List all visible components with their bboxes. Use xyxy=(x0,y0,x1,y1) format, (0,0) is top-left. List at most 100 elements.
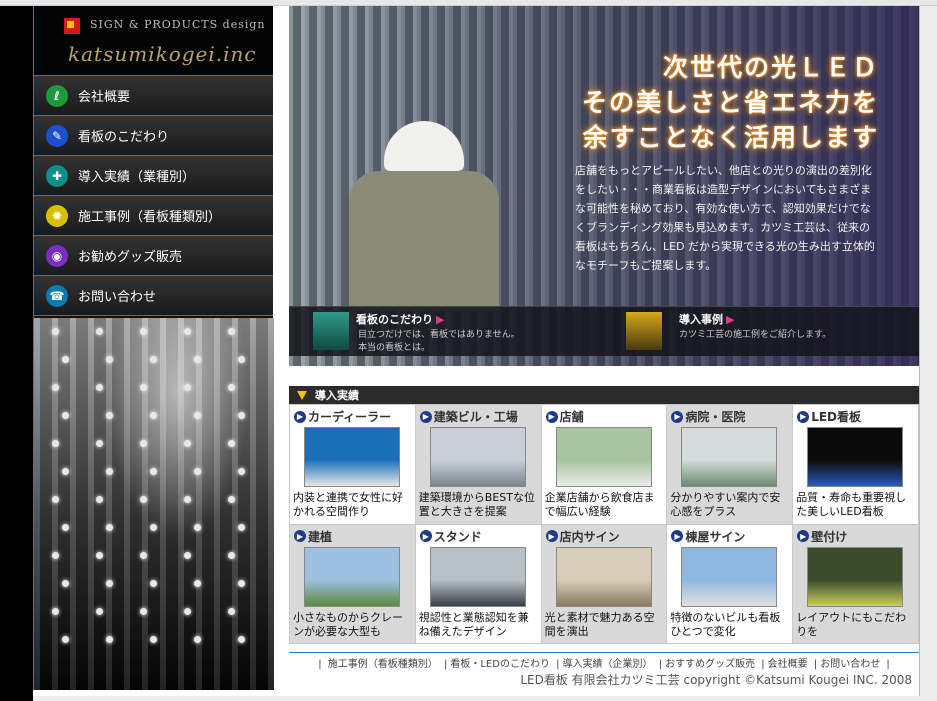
footer-link[interactable]: 導入実績（企業別） xyxy=(563,659,653,670)
footer-link[interactable]: 会社概要 xyxy=(768,659,808,670)
arrow-circle-icon: ▶ xyxy=(797,530,810,542)
led-dot xyxy=(150,356,157,363)
jirei-link[interactable]: 導入事例 ▶ xyxy=(679,311,734,327)
case-title-label: 壁付け xyxy=(811,529,848,544)
case-title: ▶ LED看板 xyxy=(797,408,861,425)
led-dot xyxy=(184,552,191,559)
hero-headline-3: 余すことなく活用します xyxy=(582,123,879,152)
case-thumbnail[interactable] xyxy=(681,546,778,607)
case-thumbnail[interactable] xyxy=(681,427,778,487)
led-dot xyxy=(150,524,157,531)
case-card[interactable]: ▶ 建築ビル・工場 建築環境からBESTな位置と大きさを提案 xyxy=(415,405,541,524)
case-card[interactable]: ▶ 建植 小さなものからクレーンが必要な大型も xyxy=(290,524,415,643)
case-card[interactable]: ▶ 棟屋サイン 特徴のないビルも看板ひとつで変化 xyxy=(667,524,793,643)
footer-link[interactable]: お問い合わせ xyxy=(820,659,880,670)
case-thumbnail[interactable] xyxy=(429,427,526,487)
kodawari-thumb[interactable] xyxy=(313,312,349,350)
led-dot xyxy=(228,552,235,559)
sidebar-nav: ℓ 会社概要 ✎ 看板のこだわり ✚ 導入実績（業種別） ✺ 施工事例（看板種類別） ◉ お勧めグ… xyxy=(34,76,273,316)
case-card[interactable]: ▶ LED看板 品質・寿命も重要視した美しいLED看板 xyxy=(793,405,918,524)
sidebar-item-2[interactable]: ✚ 導入実績（業種別） xyxy=(34,156,273,196)
leaf-icon: ℓ xyxy=(46,84,68,107)
led-dot xyxy=(52,384,59,391)
led-dot xyxy=(106,468,113,475)
case-title-label: 建築ビル・工場 xyxy=(433,410,518,424)
case-caption: 内装と連携で女性に好かれる空間作り xyxy=(293,491,403,518)
case-thumbnail[interactable] xyxy=(807,427,904,487)
footer-link[interactable]: 施工事例（看板種類別） xyxy=(328,659,438,670)
case-card[interactable]: ▶ 壁付け レイアウトにもこだわりを xyxy=(793,524,918,643)
led-dot xyxy=(194,468,201,475)
sidebar: SIGN & PRODUCTS design katsumikogei.inc … xyxy=(33,6,274,690)
case-card[interactable]: ▶ 店内サイン 光と素材で魅力ある空間を演出 xyxy=(541,524,667,643)
led-dot xyxy=(96,608,103,615)
logo-company: katsumikogei.inc xyxy=(68,42,257,66)
led-dot xyxy=(140,328,147,335)
led-dot xyxy=(62,524,69,531)
sidebar-led-photo xyxy=(34,318,274,690)
sidebar-item-label: お問い合わせ xyxy=(78,290,157,305)
jirei-link-label: 導入事例 xyxy=(679,313,723,326)
arrow-circle-icon: ▶ xyxy=(797,410,810,423)
worker-figure xyxy=(349,171,499,311)
hero-link-bar: 看板のこだわり ▶ 目立つだけでは、看板ではありません。 本当の看板とは。 導入事… xyxy=(289,306,919,356)
sidebar-item-label: お勧めグッズ販売 xyxy=(78,250,183,265)
arrow-circle-icon: ▶ xyxy=(419,530,432,542)
led-dot xyxy=(106,524,113,531)
led-dot xyxy=(184,384,191,391)
led-dot xyxy=(228,496,235,503)
sidebar-item-3[interactable]: ✺ 施工事例（看板種類別） xyxy=(34,196,273,236)
case-title-label: カーディーラー xyxy=(308,410,392,424)
case-thumbnail[interactable] xyxy=(555,427,652,487)
logo[interactable]: SIGN & PRODUCTS design katsumikogei.inc xyxy=(34,6,273,76)
sidebar-item-4[interactable]: ◉ お勧めグッズ販売 xyxy=(34,236,273,276)
kodawari-link[interactable]: 看板のこだわり ▶ xyxy=(356,311,444,327)
sidebar-item-label: 看板のこだわり xyxy=(78,130,170,145)
case-card[interactable]: ▶ スタンド 視認性と業態認知を兼ね備えたデザイン xyxy=(415,524,541,643)
led-dot xyxy=(140,552,147,559)
led-dot xyxy=(150,636,157,643)
case-caption: 光と素材で魅力ある空間を演出 xyxy=(544,610,655,638)
led-dot xyxy=(238,356,245,363)
case-thumbnail[interactable] xyxy=(555,546,652,607)
led-dot xyxy=(106,580,113,587)
footer-link[interactable]: 看板・LEDのこだわり xyxy=(450,659,550,670)
led-dot xyxy=(150,580,157,587)
led-dot xyxy=(228,384,235,391)
brush-icon: ✎ xyxy=(46,124,68,147)
case-caption: 分かりやすい案内で安心感をプラス xyxy=(670,491,781,518)
sidebar-item-1[interactable]: ✎ 看板のこだわり xyxy=(34,116,273,156)
case-card[interactable]: ▶ 店舗 企業店舗から飲食店まで幅広い経験 xyxy=(541,405,667,524)
jirei-thumb[interactable] xyxy=(626,312,662,350)
sidebar-item-0[interactable]: ℓ 会社概要 xyxy=(34,76,273,116)
hero-headline-1: 次世代の光ＬＥＤ xyxy=(662,53,879,82)
bag-icon: ◉ xyxy=(46,244,68,267)
case-title-label: 病院・医院 xyxy=(685,410,746,424)
led-dot xyxy=(238,580,245,587)
led-dot xyxy=(194,580,201,587)
led-dot xyxy=(140,384,147,391)
footer-link[interactable]: おすすめグッズ販売 xyxy=(665,659,755,670)
case-card[interactable]: ▶ カーディーラー 内装と連携で女性に好かれる空間作り xyxy=(290,405,415,524)
led-dot xyxy=(194,412,201,419)
hero-headline-2: その美しさと省エネ力を xyxy=(581,88,879,117)
case-thumbnail[interactable] xyxy=(807,546,904,607)
arrow-right-icon: ▶ xyxy=(726,313,735,326)
phone-icon: ☎ xyxy=(46,284,68,307)
case-card[interactable]: ▶ 病院・医院分かりやすい案内で安心感をプラス xyxy=(667,405,793,524)
case-caption: 企業店舗から飲食店まで幅広い経験 xyxy=(544,491,655,518)
sidebar-item-5[interactable]: ☎ お問い合わせ xyxy=(34,276,273,316)
led-dot xyxy=(62,580,69,587)
case-thumbnail[interactable] xyxy=(429,546,526,607)
case-title: ▶ 建築ビル・工場 xyxy=(419,408,518,425)
led-dot xyxy=(184,440,191,447)
case-thumbnail[interactable] xyxy=(304,546,400,607)
arrow-circle-icon: ▶ xyxy=(671,410,684,423)
case-title-label: 店内サイン xyxy=(559,529,620,544)
arrow-circle-icon: ▶ xyxy=(545,410,558,423)
case-thumbnail[interactable] xyxy=(304,427,400,487)
led-dot xyxy=(184,496,191,503)
led-dot xyxy=(62,412,69,419)
footer-nav: | 施工事例（看板種類別） | 看板・LEDのこだわり | 導入実績（企業別） | お… xyxy=(318,659,890,670)
led-dot xyxy=(184,608,191,615)
